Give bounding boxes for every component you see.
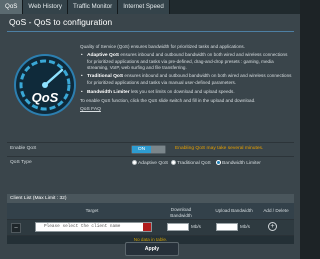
- title-divider: [7, 31, 294, 32]
- download-bandwidth-input[interactable]: [167, 223, 189, 231]
- client-select-placeholder: Please select the client name: [44, 224, 121, 229]
- toggle-on-label: ON: [132, 146, 151, 153]
- intro-text: Quality of Service (QoS) ensures bandwid…: [80, 44, 245, 49]
- dropdown-arrow-icon[interactable]: [143, 223, 151, 231]
- radio-traditional-qos[interactable]: Traditional QoS: [171, 160, 211, 166]
- radio-dot: [171, 160, 176, 165]
- client-input-row: – Please select the client name Mb/s Mb/…: [7, 220, 294, 235]
- toggle-knob: [151, 146, 165, 153]
- qos-panel: QoS - QoS to configuration QoS Quality o…: [0, 14, 300, 259]
- enable-qos-label: Enable QoS: [10, 146, 37, 151]
- upload-bandwidth-input[interactable]: [216, 223, 238, 231]
- enable-hint: To enable QoS function, click the QoS sl…: [80, 97, 256, 103]
- apply-button[interactable]: Apply: [125, 242, 179, 256]
- tab-qos[interactable]: QoS: [0, 0, 24, 14]
- qos-type-label: QoS Type: [10, 160, 32, 165]
- add-client-button[interactable]: +: [268, 222, 277, 231]
- qos-type-row: QoS Type Adaptive QoS Traditional QoS Ba…: [7, 156, 294, 170]
- client-select-input[interactable]: Please select the client name: [35, 222, 152, 232]
- tab-traffic-monitor[interactable]: Traffic Monitor: [67, 0, 119, 14]
- qos-warning: Enabling QoS may take several minutes.: [175, 146, 264, 151]
- client-list-title: Client List (Max Limit : 32): [7, 194, 294, 203]
- bullet-bandwidth-limiter: Bandwidth Limiter lets you set limits on…: [81, 89, 292, 96]
- enable-qos-row: Enable QoS ON Enabling QoS may take seve…: [7, 142, 294, 156]
- col-upload: Upload Bandwidth: [215, 208, 253, 213]
- tab-internet-speed[interactable]: Internet Speed: [118, 0, 170, 14]
- tab-web-history[interactable]: Web History: [23, 0, 68, 14]
- col-target: Target: [85, 208, 99, 213]
- bullet-adaptive: Adaptive QoS ensures inbound and outboun…: [81, 52, 292, 71]
- page-title: QoS - QoS to configuration: [9, 17, 113, 27]
- radio-adaptive-qos[interactable]: Adaptive QoS: [132, 160, 168, 166]
- radio-dot-selected: [216, 160, 221, 165]
- bullet-traditional: Traditional QoS ensures inbound and outb…: [81, 73, 292, 86]
- download-unit: Mb/s: [191, 224, 201, 229]
- radio-dot: [132, 160, 137, 165]
- upload-unit: Mb/s: [240, 224, 250, 229]
- client-list-header: Target Download Bandwidth Upload Bandwid…: [7, 203, 294, 220]
- qos-description: Quality of Service (QoS) ensures bandwid…: [80, 44, 292, 113]
- radio-bandwidth-limiter[interactable]: Bandwidth Limiter: [216, 160, 261, 166]
- client-list: Client List (Max Limit : 32) Target Down…: [7, 194, 294, 244]
- remove-row-button[interactable]: –: [11, 223, 21, 233]
- col-add-delete: Add / Delete: [263, 208, 289, 213]
- qos-faq-link[interactable]: QoS FAQ: [80, 107, 101, 112]
- tab-bar: QoS Web History Traffic Monitor Internet…: [0, 0, 300, 14]
- qos-speedometer-logo: QoS: [14, 54, 76, 116]
- logo-text: QoS: [32, 90, 59, 105]
- enable-qos-toggle[interactable]: ON: [131, 145, 166, 154]
- qos-settings: Enable QoS ON Enabling QoS may take seve…: [7, 142, 294, 179]
- col-download: Download Bandwidth: [170, 207, 192, 218]
